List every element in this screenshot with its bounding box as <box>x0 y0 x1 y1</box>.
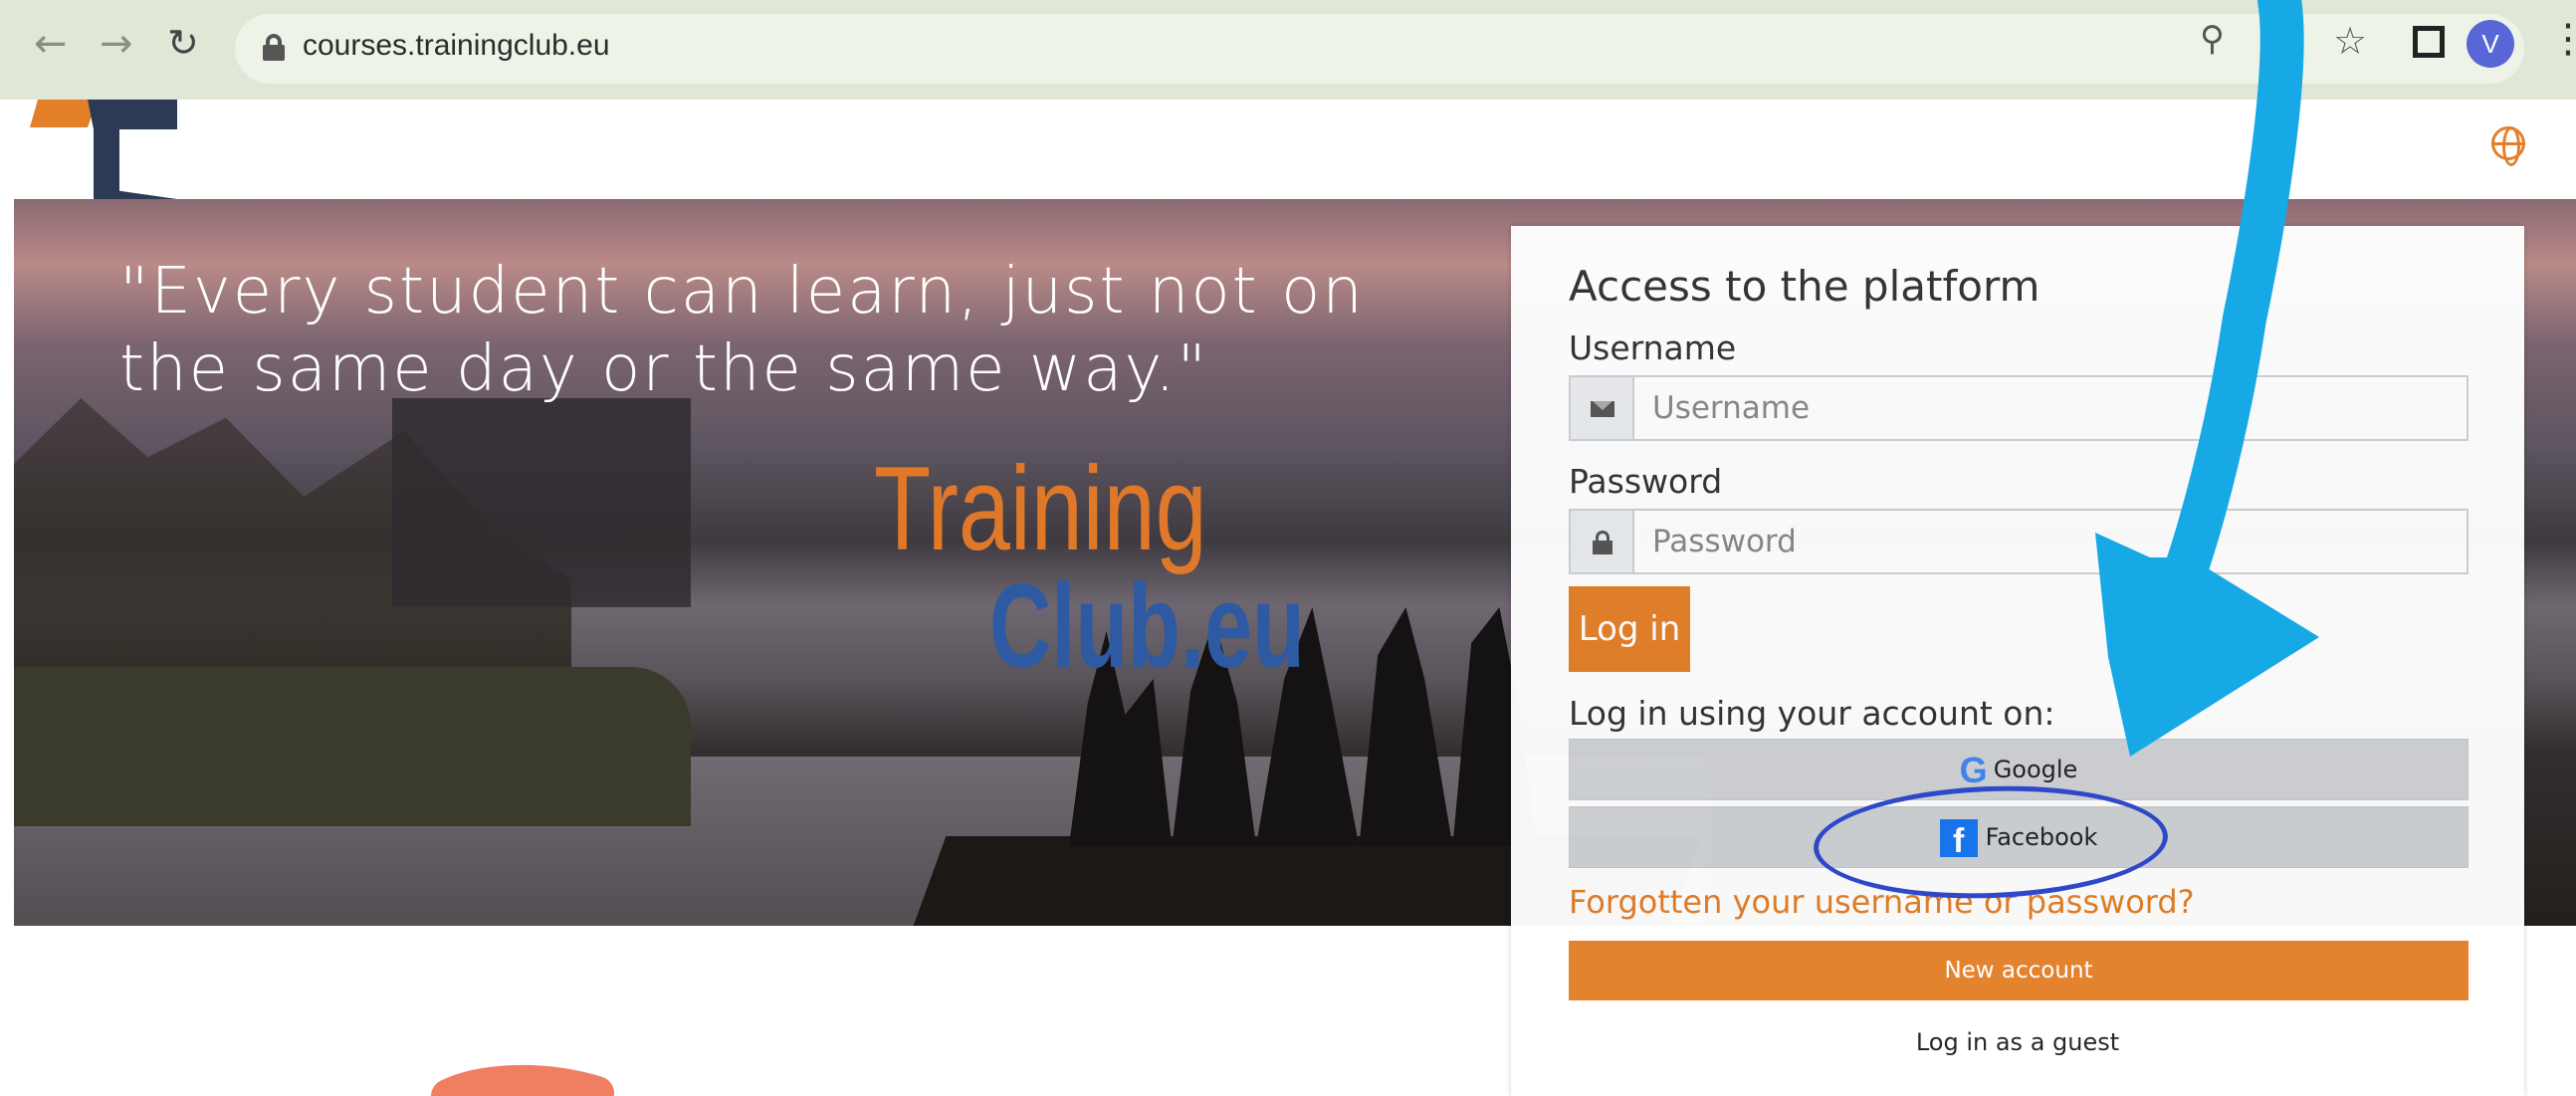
blue-arrow-shaft <box>2158 0 2304 609</box>
annotation-overlay <box>431 0 2319 1096</box>
salmon-arrow-stroke <box>431 1064 614 1096</box>
